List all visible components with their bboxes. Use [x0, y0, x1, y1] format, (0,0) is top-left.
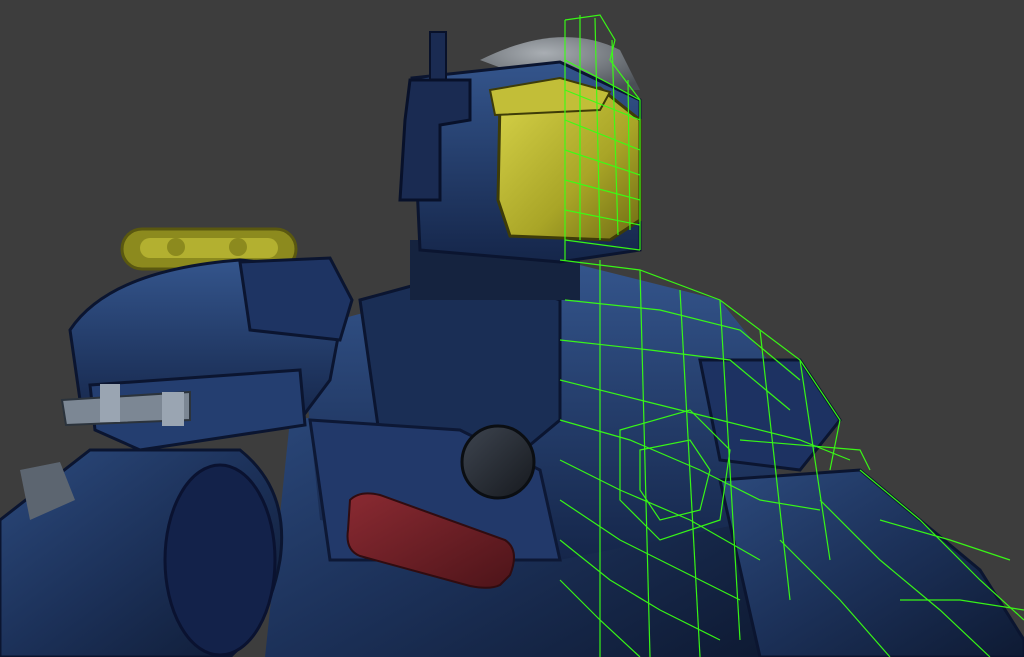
robot-helmet — [398, 31, 642, 264]
left-arm — [0, 448, 284, 657]
robot-render-scene — [0, 0, 1024, 657]
chest-disc — [460, 424, 536, 500]
render-viewport — [0, 0, 1024, 657]
